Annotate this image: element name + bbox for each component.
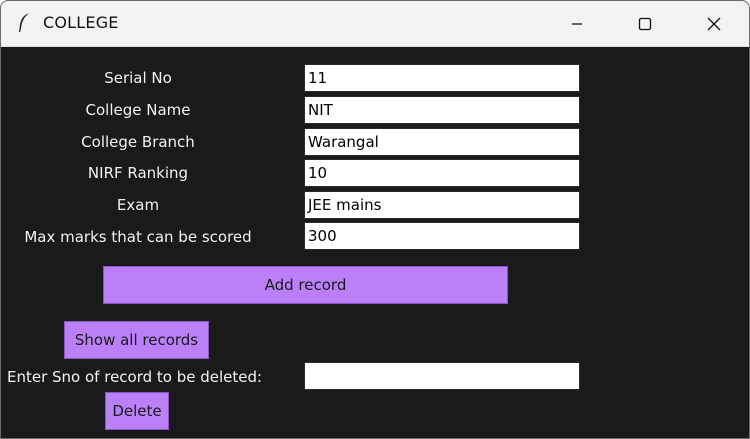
delete-button[interactable]: Delete	[105, 392, 169, 430]
exam-input[interactable]: JEE mains	[304, 191, 580, 219]
show-all-records-button[interactable]: Show all records	[64, 321, 209, 359]
max-marks-input[interactable]: 300	[304, 222, 580, 250]
delete-prompt-label: Enter Sno of record to be deleted:	[7, 368, 263, 386]
window-title: COLLEGE	[43, 13, 119, 32]
college-name-input[interactable]: NIT	[304, 96, 580, 124]
serial-no-input[interactable]: 11	[304, 64, 580, 92]
nirf-ranking-input[interactable]: 10	[304, 159, 580, 187]
feather-icon	[15, 12, 33, 34]
nirf-ranking-label: NIRF Ranking	[87, 164, 189, 182]
close-button[interactable]	[680, 1, 748, 46]
window-titlebar[interactable]: COLLEGE	[1, 1, 749, 47]
college-window: COLLEGE Serial No 11 College Name NIT Co…	[0, 0, 750, 439]
exam-label: Exam	[116, 196, 160, 214]
college-form: Serial No 11 College Name NIT College Br…	[1, 47, 749, 438]
serial-no-label: Serial No	[104, 69, 172, 87]
max-marks-label: Max marks that can be scored	[24, 228, 252, 246]
minimize-button[interactable]	[543, 1, 611, 46]
maximize-button[interactable]	[611, 1, 679, 46]
delete-serial-input[interactable]	[304, 362, 580, 390]
add-record-button[interactable]: Add record	[103, 266, 508, 304]
college-branch-input[interactable]: Warangal	[304, 128, 580, 156]
college-branch-label: College Branch	[81, 133, 195, 151]
college-name-label: College Name	[85, 101, 191, 119]
